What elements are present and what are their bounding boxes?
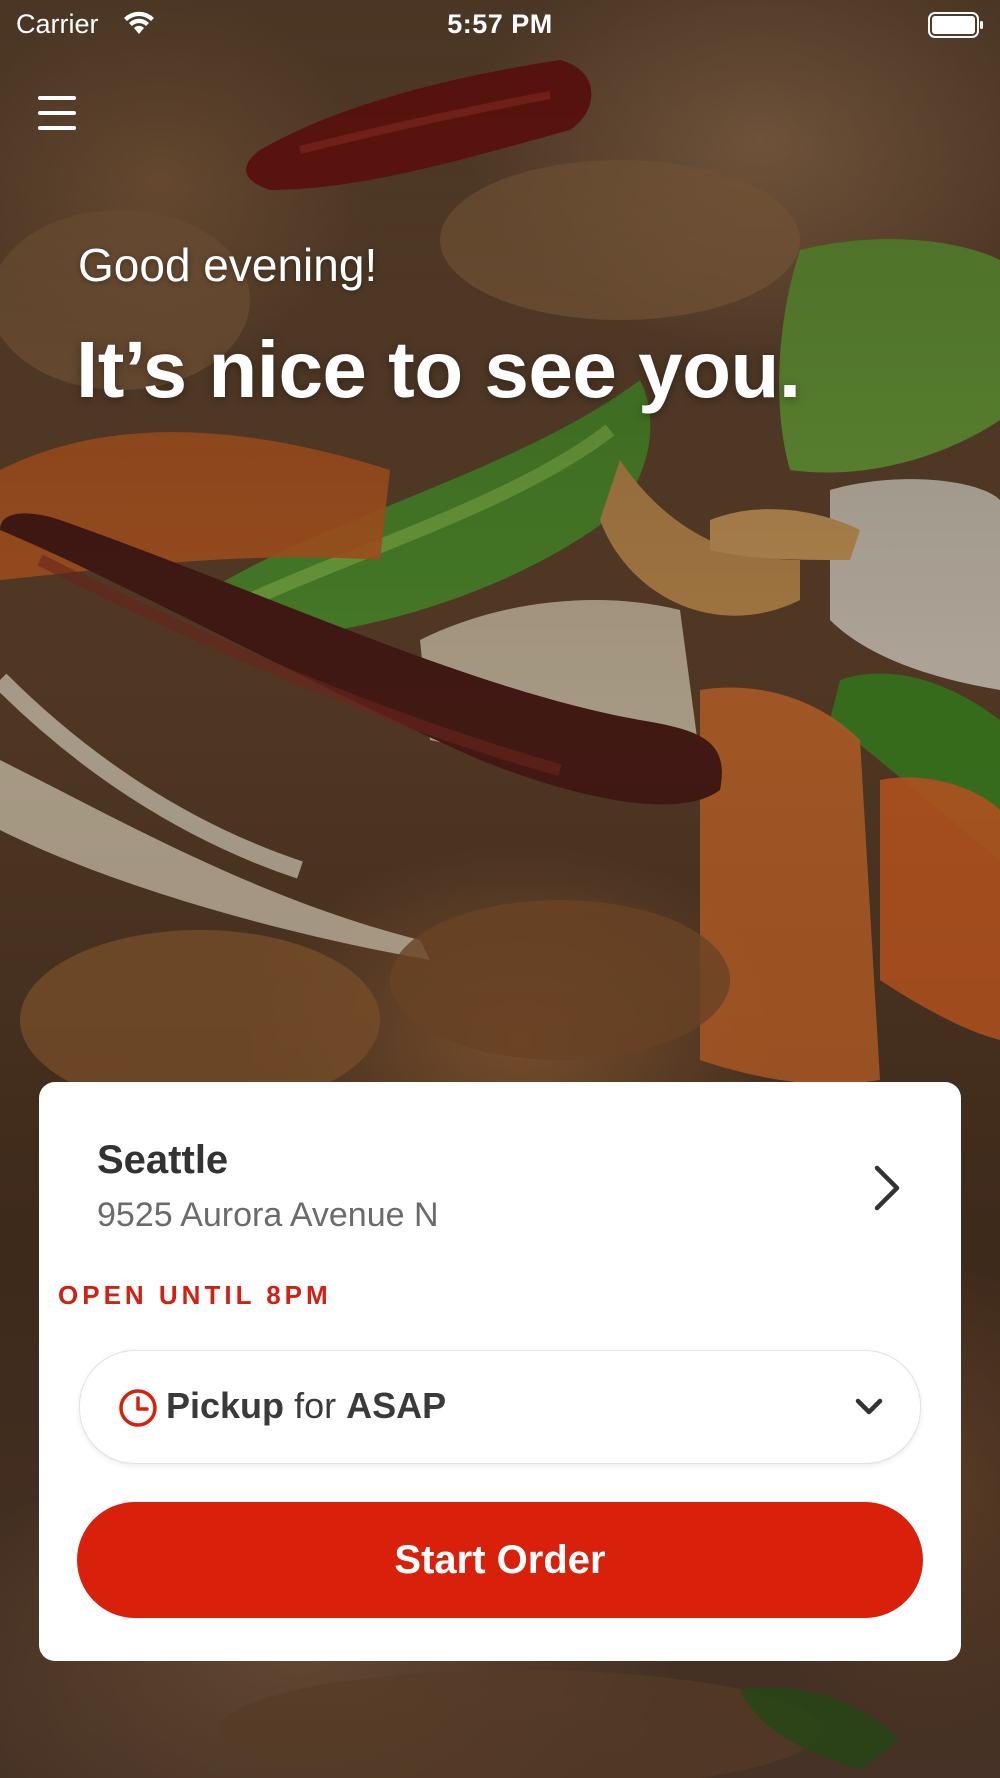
location-address: 9525 Aurora Avenue N <box>97 1196 439 1234</box>
chevron-down-icon <box>855 1398 883 1415</box>
headline-text: It’s nice to see you. <box>76 325 801 414</box>
battery-icon <box>928 12 983 38</box>
status-time: 5:57 PM <box>447 9 553 39</box>
start-order-button[interactable]: Start Order <box>77 1502 923 1618</box>
chevron-right-icon <box>874 1165 900 1211</box>
order-mode-time: ASAP <box>346 1385 447 1426</box>
order-card: Seattle 9525 Aurora Avenue N Pickup for … <box>39 1082 961 1661</box>
order-mode-type: Pickup <box>166 1385 285 1426</box>
clock-icon <box>119 1389 157 1427</box>
location-selector[interactable]: Seattle 9525 Aurora Avenue N <box>39 1082 961 1282</box>
hours-status: OPEN UNTIL 8PM <box>58 1280 332 1310</box>
status-bar: Carrier 5:57 PM <box>0 0 1000 50</box>
order-mode-dropdown[interactable]: Pickup for ASAP <box>79 1350 921 1464</box>
hamburger-menu-icon[interactable] <box>36 94 80 132</box>
order-mode-connector: for <box>294 1385 337 1426</box>
greeting-text: Good evening! <box>78 239 378 291</box>
location-name: Seattle <box>97 1138 229 1182</box>
order-mode-label: Pickup for ASAP <box>166 1385 446 1427</box>
